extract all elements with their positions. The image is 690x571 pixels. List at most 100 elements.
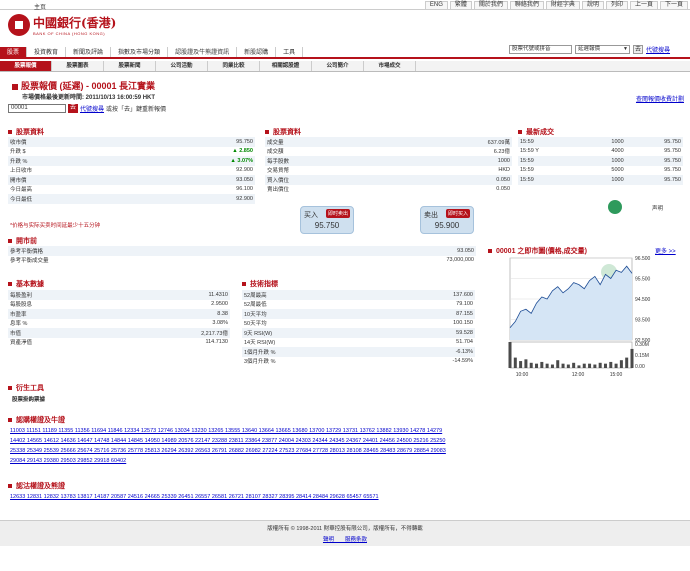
trade-row: 15:59 1000 95.750 — [518, 156, 683, 166]
preopen-header: 開市前 — [8, 236, 37, 246]
quote-table: 收市價 95.750 升跌 $ ▲ 2.850 升跌 % ▲ 3.07% 上日收市 92.90… — [8, 137, 255, 204]
trade-cell: 4000 — [611, 148, 624, 155]
main-nav: 股票 投資教育 新聞及評論 指數及市場分類 認股證及牛熊證資訊 新股認購 工具 — [0, 47, 690, 59]
trade-cell: 95.750 — [664, 157, 681, 164]
preopen-row: 參考平衡價格 93.050 — [8, 246, 476, 256]
utility-link-8[interactable]: 下一頁 — [659, 1, 688, 10]
main-nav-item-5[interactable]: 新股認購 — [237, 47, 277, 57]
utility-link-1[interactable]: 繁體 — [449, 1, 472, 10]
quote2-row: 交易貨幣 HKD — [265, 166, 512, 176]
put-codes[interactable]: 12633 12831 12832 13783 13817 14187 2058… — [10, 492, 690, 502]
volume-tick-label: 0.00 — [635, 364, 645, 370]
utility-links: ENG 繁體 關於我們 聯絡我們 財經字典 說明 列印 上一頁 下一頁 — [423, 1, 688, 10]
utility-link-6[interactable]: 列印 — [605, 1, 628, 10]
trade-cell: 1000 — [611, 157, 624, 164]
main-nav-item-0[interactable]: 股票 — [0, 47, 28, 57]
trade-cell: 1000 — [611, 176, 624, 183]
utility-link-5[interactable]: 說明 — [581, 1, 604, 10]
price-tick-label: 94.500 — [635, 297, 651, 303]
fund-row: 息率 % 3.08% — [8, 319, 230, 329]
volume-bar — [513, 357, 517, 368]
sub-nav-tab-4[interactable]: 同業比較 — [208, 61, 260, 71]
disclaimer-link[interactable]: 声明 — [652, 204, 663, 212]
volume-bar — [540, 361, 544, 368]
linked-notes-link[interactable]: 股票掛鈎票據 — [12, 395, 45, 403]
quote-row: 今日最高 96.100 — [8, 185, 255, 195]
quote2-cell: 637.09萬 — [487, 139, 510, 146]
volume-plot-area — [509, 341, 633, 369]
main-nav-item-4[interactable]: 認股證及牛熊證資訊 — [168, 47, 238, 57]
tech-cell: 79.100 — [456, 301, 473, 308]
quote-row: 上日收市 92.900 — [8, 166, 255, 176]
main-nav-item-3[interactable]: 指數及市場分類 — [111, 47, 169, 57]
brand-logo[interactable]: 中國銀行(香港) BANK OF CHINA (HONG KONG) — [8, 14, 116, 36]
preopen-table: 參考平衡價格 93.050 參考平衡成交量 73,000,000 — [8, 246, 476, 265]
fund-cell: 市盈率 — [10, 311, 27, 318]
main-nav-item-6[interactable]: 工具 — [276, 47, 304, 57]
tech-cell: 14天 RSI(W) — [244, 340, 276, 347]
fund-cell: 2,217.73億 — [201, 330, 228, 337]
main-nav-item-2[interactable]: 新聞及評論 — [66, 47, 112, 57]
stock-code-go-button[interactable]: 去 — [68, 104, 78, 113]
pricing-plan-link[interactable]: 查閱報價收費計劃 — [636, 94, 684, 103]
quote-row: 升跌 $ ▲ 2.850 — [8, 147, 255, 157]
quote2-cell: 1000 — [497, 157, 510, 164]
fund-cell: 3.08% — [212, 320, 228, 327]
trade-cell: 95.750 — [664, 148, 681, 155]
sub-nav-tab-2[interactable]: 股票新聞 — [104, 61, 156, 71]
sub-nav-tab-1[interactable]: 股票圖表 — [52, 61, 104, 71]
quote2-row: 買入價位 0.050 — [265, 175, 512, 185]
warrant-codes[interactable]: 11003 11151 11189 11355 11356 11694 1184… — [10, 426, 690, 436]
technicals-table: 52周最高 137.600 52周最低 79.100 10天平均 87.155 50天平均 1… — [242, 290, 475, 366]
copyright: 版權所有 © 1998-2011 財華控股有限公司，版權所有，不得轉載 — [267, 526, 423, 532]
warrant-codes[interactable]: 25338 25349 25539 25666 25674 25716 2573… — [10, 446, 690, 456]
trades-table: 15:59 1000 95.750 15:59 Y 4000 95.750 15:59 100… — [518, 137, 683, 185]
warrant-codes[interactable]: 14402 14565 14612 14636 14647 14748 1484… — [10, 436, 690, 446]
stock-code-input[interactable]: 00001 — [8, 104, 66, 113]
code-search-link[interactable]: 代號搜尋 — [80, 104, 104, 113]
realtime-buy-tag[interactable]: 即时买入 — [445, 209, 470, 218]
code-hint: 或按「去」鍵重新報價 — [106, 107, 167, 113]
preopen-cell: 73,000,000 — [446, 257, 474, 264]
fund-cell: 市值 — [10, 330, 22, 337]
footer-links[interactable]: 聲明 服務条款 — [0, 535, 690, 543]
warrant-codes[interactable]: 29084 29143 29380 29503 29852 29918 6040… — [10, 456, 690, 466]
quote2-row: 賣出價位 0.050 — [265, 185, 512, 195]
sub-nav-tab-0[interactable]: 股票報價 — [0, 61, 52, 71]
chart-more-link[interactable]: 更多 >> — [655, 246, 676, 255]
sub-nav-tab-3[interactable]: 公司活動 — [156, 61, 208, 71]
utility-link-4[interactable]: 財經字典 — [545, 1, 580, 10]
main-nav-item-1[interactable]: 投資教育 — [27, 47, 67, 57]
fund-row: 每股盈利 11.4310 — [8, 290, 230, 300]
sell-button[interactable]: 卖出 即时买入 95.900 — [420, 206, 474, 234]
buy-button[interactable]: 买入 即时卖出 95.750 — [300, 206, 354, 234]
quote-cell: ▲ 3.07% — [230, 157, 253, 164]
quote2-row: 成交額 6.23億 — [265, 147, 512, 157]
sub-nav-tab-6[interactable]: 公司簡介 — [312, 61, 364, 71]
tech-cell: 87.155 — [456, 310, 473, 317]
sub-nav-tab-5[interactable]: 相關認股證 — [260, 61, 312, 71]
volume-bar — [545, 363, 549, 368]
utility-link-0[interactable]: ENG — [424, 1, 448, 10]
footer: 版權所有 © 1998-2011 財華控股有限公司，版權所有，不得轉載 聲明 服… — [0, 520, 690, 546]
tech-row: 52周最低 79.100 — [242, 300, 475, 310]
quote2-cell: 賣出價位 — [267, 187, 290, 194]
tech-cell: 9天 RSI(W) — [244, 330, 273, 337]
volume-bar — [556, 360, 560, 368]
sell-price: 95.900 — [434, 221, 460, 230]
trade-cell: 15:59 — [520, 167, 534, 174]
quote-cell: 開市價 — [10, 177, 27, 184]
tech-cell: 100.150 — [453, 320, 473, 327]
home-link[interactable]: 主页 — [34, 2, 46, 11]
quote-cell: ▲ 2.850 — [232, 148, 253, 155]
utility-link-2[interactable]: 關於我們 — [473, 1, 508, 10]
realtime-sell-tag[interactable]: 即时卖出 — [325, 209, 350, 218]
fund-row: 市盈率 8.38 — [8, 309, 230, 319]
sub-nav-tab-7[interactable]: 市場成交 — [364, 61, 416, 71]
quote2-header: 股票資料 — [265, 127, 301, 137]
trade-cell: 15:59 — [520, 138, 534, 145]
trade-row: 15:59 1000 95.750 — [518, 137, 683, 147]
utility-link-7[interactable]: 上一頁 — [629, 1, 658, 10]
chart-header: 00001 之即市圖(價格,成交量) — [488, 246, 587, 256]
utility-link-3[interactable]: 聯絡我們 — [509, 1, 544, 10]
